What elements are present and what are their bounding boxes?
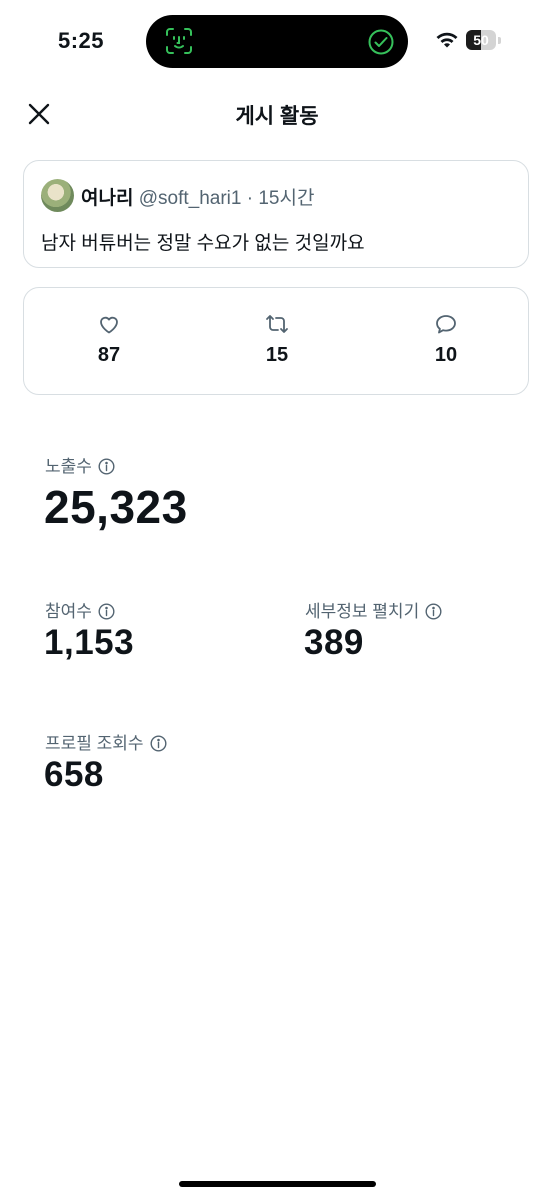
home-indicator[interactable]	[179, 1181, 376, 1187]
likes-count: 87	[97, 344, 121, 366]
author-handle: @soft_hari1	[138, 188, 242, 209]
wifi-icon	[436, 32, 458, 48]
engagements-value: 1,153	[44, 623, 135, 662]
detail-expands-label: 세부정보 펼치기	[305, 597, 442, 622]
battery-cap	[498, 37, 501, 44]
engagements-label-text: 참여수	[45, 602, 92, 621]
profile-visits-label: 프로필 조회수	[45, 729, 167, 754]
engagement-card: 87 15 10	[23, 287, 529, 395]
reply-icon	[436, 315, 456, 334]
profile-visits-label-text: 프로필 조회수	[45, 734, 144, 753]
retweets-button[interactable]: 15	[237, 312, 317, 367]
info-icon[interactable]	[98, 603, 115, 620]
info-icon[interactable]	[150, 735, 167, 752]
face-id-icon	[166, 28, 192, 54]
impressions-label-text: 노출수	[45, 457, 92, 476]
info-icon[interactable]	[98, 458, 115, 475]
detail-expands-value: 389	[304, 623, 364, 662]
author-row: 여나리 @soft_hari1 · 15시간	[81, 183, 314, 210]
status-time: 5:25	[58, 28, 105, 53]
tweet-text: 남자 버튜버는 정말 수요가 없는 것일까요	[41, 233, 365, 254]
battery-percent: 50	[473, 32, 489, 48]
check-circle-icon	[368, 29, 394, 55]
detail-expands-label-text: 세부정보 펼치기	[305, 602, 420, 621]
retweets-count: 15	[265, 344, 289, 366]
author-name[interactable]: 여나리	[81, 188, 133, 209]
heart-icon	[100, 316, 118, 334]
retweet-icon	[266, 315, 288, 333]
likes-button[interactable]: 87	[69, 312, 149, 367]
battery-icon: 50	[466, 30, 496, 50]
dynamic-island	[146, 15, 408, 68]
replies-button[interactable]: 10	[406, 312, 486, 367]
profile-visits-value: 658	[44, 755, 104, 794]
info-icon[interactable]	[425, 603, 442, 620]
impressions-label: 노출수	[45, 452, 115, 477]
page-title: 게시 활동	[235, 105, 319, 128]
tweet-card[interactable]: 여나리 @soft_hari1 · 15시간 남자 버튜버는 정말 수요가 없는…	[23, 160, 529, 268]
engagements-label: 참여수	[45, 597, 115, 622]
separator-dot: ·	[246, 188, 254, 209]
impressions-value: 25,323	[44, 481, 188, 533]
tweet-time: 15시간	[258, 188, 315, 209]
avatar[interactable]	[41, 179, 74, 212]
replies-count: 10	[434, 344, 458, 366]
